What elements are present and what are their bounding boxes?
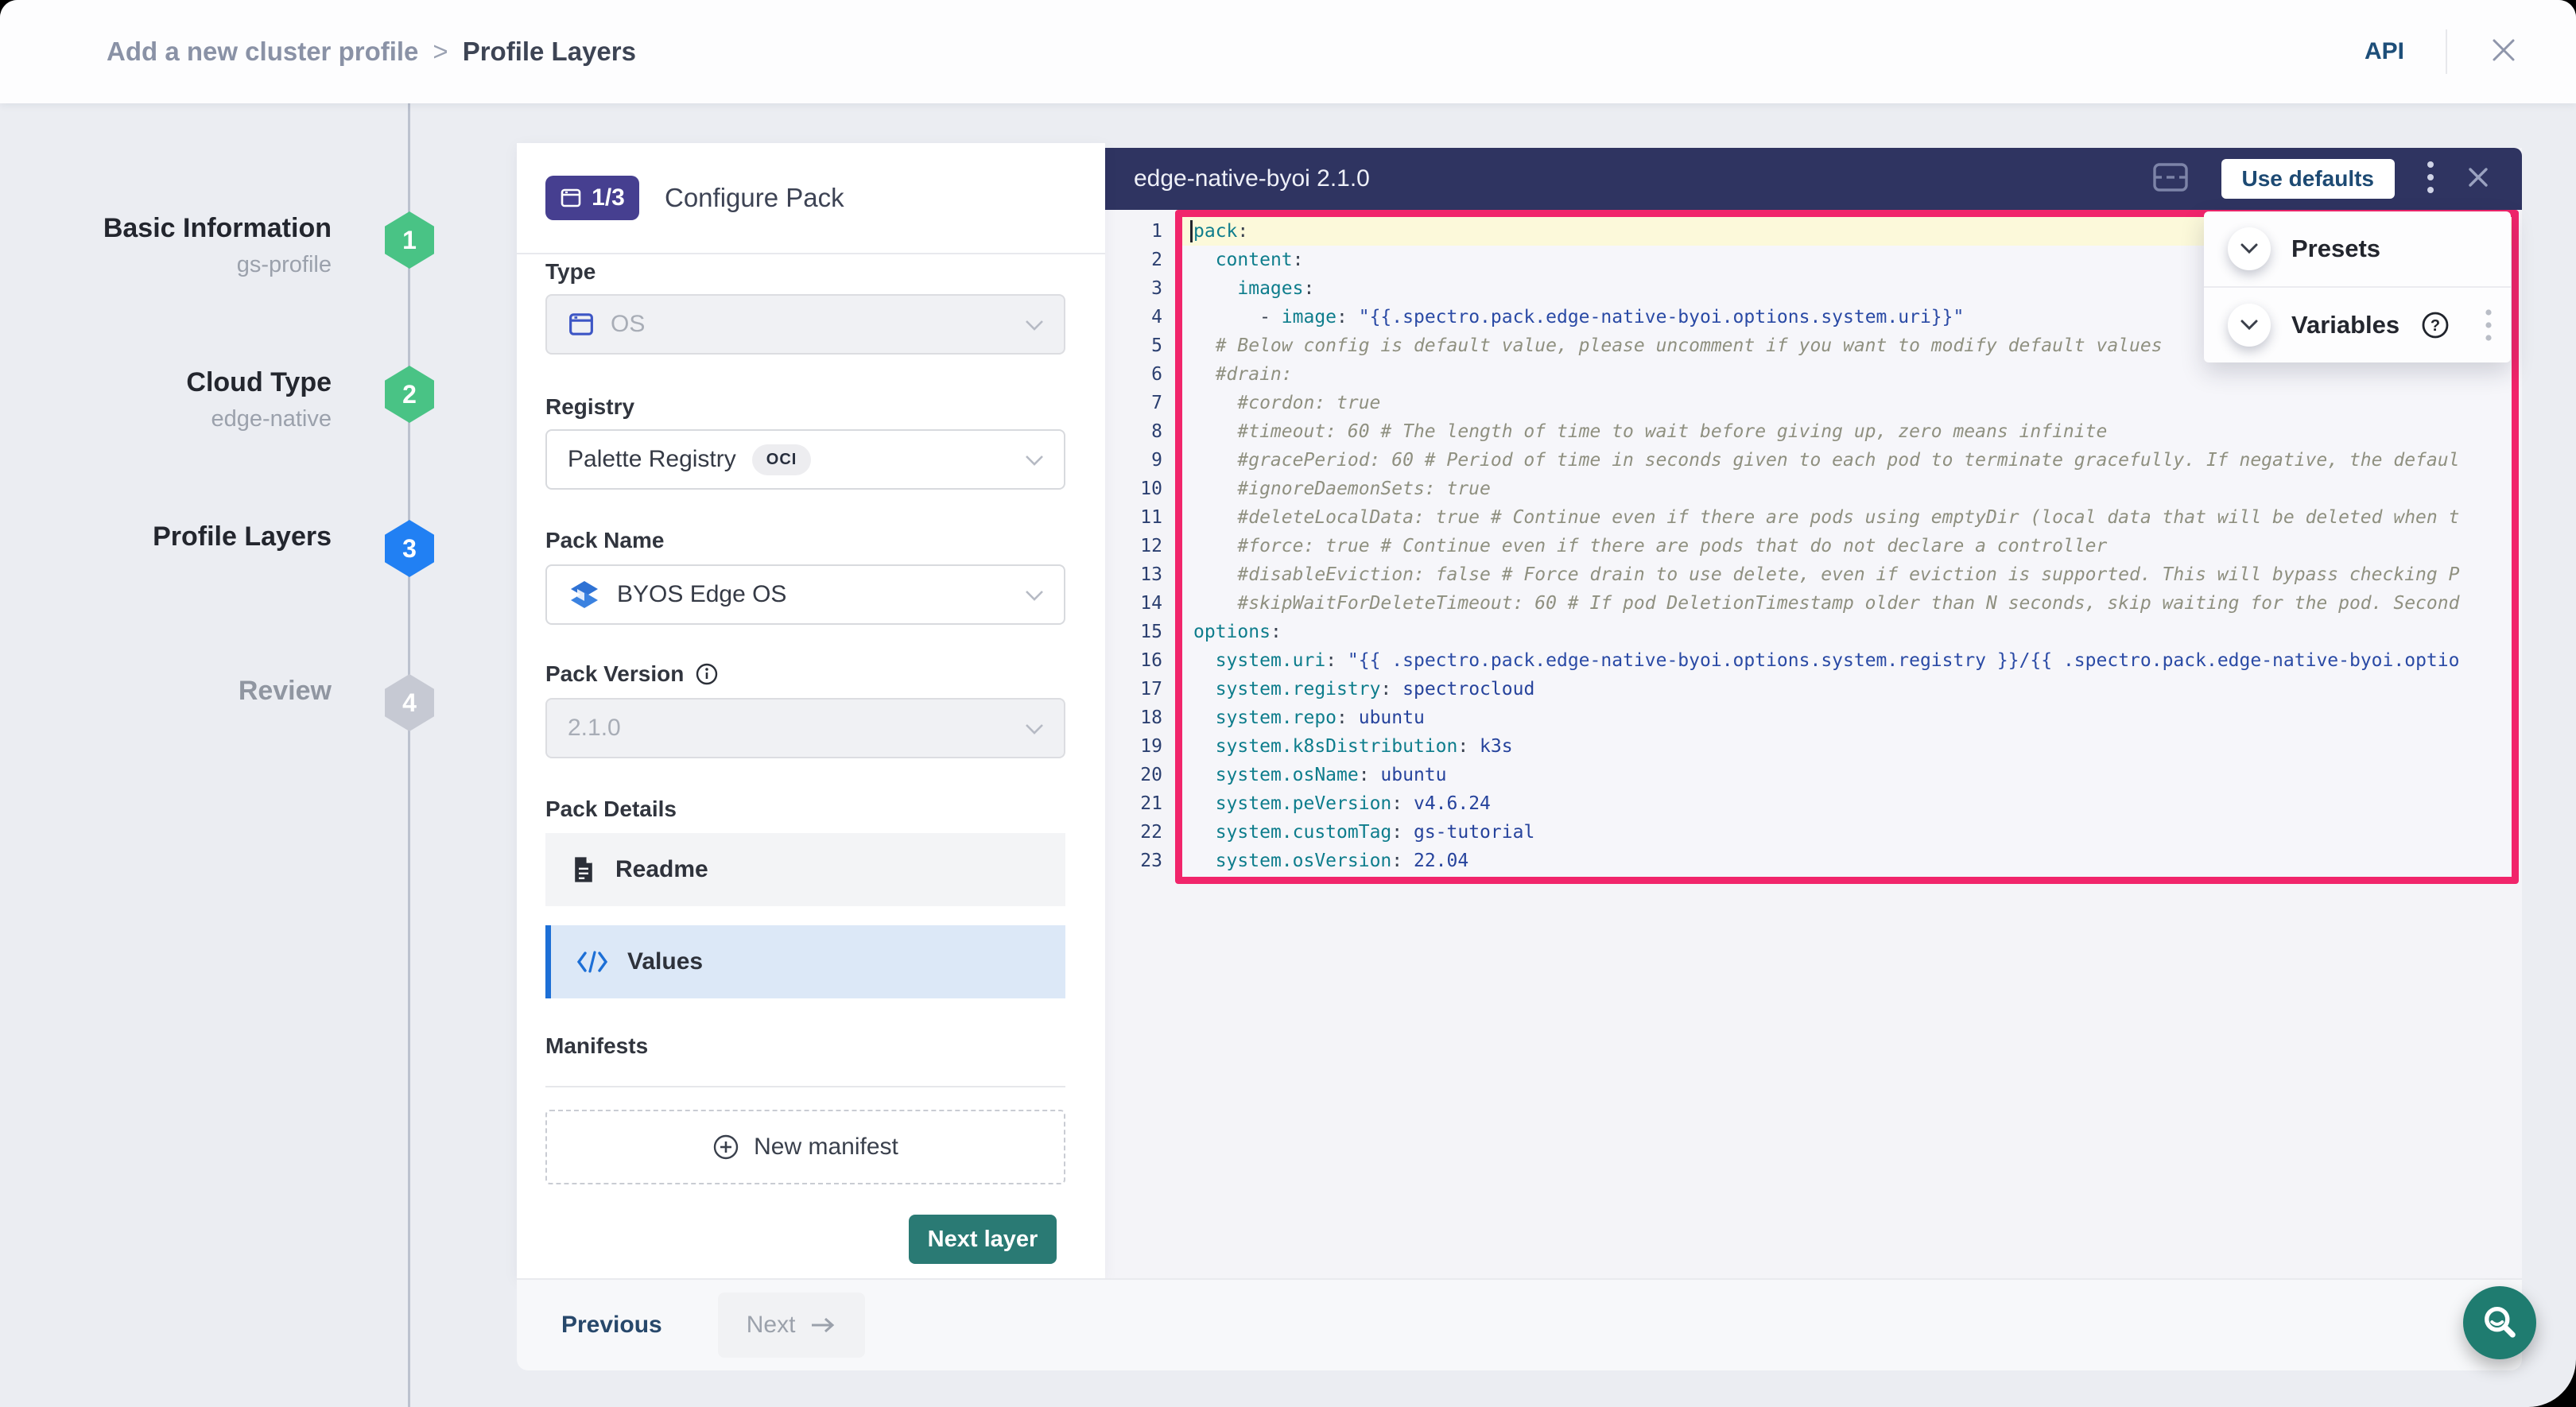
- variables-help-icon[interactable]: ?: [2420, 310, 2450, 340]
- use-defaults-button[interactable]: Use defaults: [2221, 159, 2396, 199]
- code-line-20[interactable]: system.osName: ubuntu: [1182, 761, 2512, 789]
- code-line-22[interactable]: system.customTag: gs-tutorial: [1182, 818, 2512, 847]
- presets-expand-icon[interactable]: [2228, 227, 2271, 270]
- step-badge-2: 2: [385, 366, 434, 423]
- registry-label: Registry: [545, 394, 634, 420]
- chevron-down-icon: [1024, 715, 1045, 742]
- code-line-19[interactable]: system.k8sDistribution: k3s: [1182, 732, 2512, 761]
- readme-tab[interactable]: Readme: [545, 833, 1065, 906]
- variables-label: Variables: [2291, 311, 2399, 339]
- manifests-label: Manifests: [545, 1033, 648, 1059]
- configure-pack-panel: 1/3 Configure Pack Type OS Registry Pale…: [517, 143, 1105, 1278]
- new-manifest-button[interactable]: New manifest: [545, 1110, 1065, 1184]
- step-review[interactable]: Review 4: [0, 672, 434, 736]
- spectro-pack-logo-icon: [568, 578, 601, 611]
- chevron-down-icon: [1024, 581, 1045, 608]
- code-line-12[interactable]: #force: true # Continue even if there ar…: [1182, 532, 2512, 560]
- code-line-17[interactable]: system.registry: spectrocloud: [1182, 675, 2512, 704]
- search-fab-button[interactable]: [2463, 1286, 2536, 1359]
- variables-expand-icon[interactable]: [2228, 304, 2271, 347]
- code-line-7[interactable]: #cordon: true: [1182, 389, 2512, 417]
- svg-text:?: ?: [2431, 317, 2440, 335]
- pack-version-label: Pack Version: [545, 661, 719, 687]
- step-badge-1: 1: [385, 211, 434, 269]
- split-view-icon[interactable]: [2151, 161, 2190, 198]
- code-line-8[interactable]: #timeout: 60 # The length of time to wai…: [1182, 417, 2512, 446]
- top-bar: Add a new cluster profile > Profile Laye…: [0, 0, 2576, 103]
- chevron-down-icon: [1024, 446, 1045, 473]
- code-line-21[interactable]: system.peVersion: v4.6.24: [1182, 789, 2512, 818]
- page-title: Profile Layers: [463, 37, 636, 67]
- info-icon[interactable]: [695, 662, 719, 686]
- variables-row[interactable]: Variables ?: [2204, 286, 2511, 362]
- code-line-23[interactable]: system.osVersion: 22.04: [1182, 847, 2512, 875]
- wizard-footer: Previous Next: [517, 1278, 2522, 1370]
- configure-pack-title: Configure Pack: [665, 183, 844, 213]
- code-line-6[interactable]: #drain:: [1182, 360, 2512, 389]
- configure-pack-header: 1/3 Configure Pack: [517, 143, 1105, 254]
- step-badge-4: 4: [385, 674, 434, 731]
- step-profile-layers[interactable]: Profile Layers 3: [0, 518, 434, 582]
- step-cloud-type[interactable]: Cloud Type edge-native 2: [0, 364, 434, 452]
- editor-actions: Use defaults: [2151, 159, 2491, 199]
- pack-version-select[interactable]: 2.1.0: [545, 698, 1065, 758]
- code-values-icon: [576, 950, 608, 974]
- type-label: Type: [545, 259, 596, 285]
- pack-step-indicator: 1/3: [545, 176, 639, 220]
- breadcrumb-parent[interactable]: Add a new cluster profile: [107, 37, 418, 67]
- code-line-14[interactable]: #skipWaitForDeleteTimeout: 60 # If pod D…: [1182, 589, 2512, 618]
- chevron-down-icon: [1024, 311, 1045, 338]
- editor-close-icon[interactable]: [2466, 165, 2490, 193]
- close-wizard-icon[interactable]: [2489, 35, 2519, 69]
- pack-icon: [560, 187, 582, 209]
- values-tab[interactable]: Values: [545, 925, 1065, 998]
- api-button[interactable]: API: [2365, 38, 2404, 65]
- plus-circle-icon: [712, 1134, 739, 1161]
- step-badge-3: 3: [385, 520, 434, 577]
- registry-select[interactable]: Palette Registry OCI: [545, 429, 1065, 490]
- code-line-16[interactable]: system.uri: "{{ .spectro.pack.edge-nativ…: [1182, 646, 2512, 675]
- presets-label: Presets: [2291, 234, 2380, 263]
- arrow-right-icon: [809, 1316, 836, 1335]
- next-button[interactable]: Next: [718, 1293, 866, 1358]
- search-icon: [2479, 1302, 2520, 1343]
- variables-kebab-menu-icon[interactable]: [2485, 308, 2492, 342]
- editor-header: edge-native-byoi 2.1.0 Use defaults: [1105, 148, 2522, 210]
- step-label: Review: [0, 672, 332, 709]
- code-line-13[interactable]: #disableEviction: false # Force drain to…: [1182, 560, 2512, 589]
- presets-row[interactable]: Presets: [2204, 211, 2511, 286]
- pack-details-label: Pack Details: [545, 797, 677, 822]
- step-basic-information[interactable]: Basic Information gs-profile 1: [0, 210, 434, 297]
- wizard-stepper: Basic Information gs-profile 1 Cloud Typ…: [0, 103, 517, 1407]
- step-sublabel: edge-native: [0, 401, 332, 437]
- app-window: Add a new cluster profile > Profile Laye…: [0, 0, 2576, 1407]
- editor-line-numbers: 1234567891011121314151617181920212223: [1105, 217, 1162, 875]
- top-bar-actions: API: [2365, 29, 2519, 74]
- editor-title: edge-native-byoi 2.1.0: [1134, 165, 1370, 192]
- pack-name-select[interactable]: BYOS Edge OS: [545, 564, 1065, 625]
- code-line-10[interactable]: #ignoreDaemonSets: true: [1182, 475, 2512, 503]
- manifests-divider: [545, 1086, 1065, 1087]
- pack-name-label: Pack Name: [545, 528, 664, 553]
- presets-variables-panel: Presets Variables ?: [2204, 211, 2511, 362]
- step-label: Basic Information: [0, 210, 332, 246]
- step-sublabel: gs-profile: [0, 246, 332, 283]
- breadcrumb: Add a new cluster profile > Profile Laye…: [107, 37, 636, 67]
- type-select[interactable]: OS: [545, 294, 1065, 355]
- code-line-9[interactable]: #gracePeriod: 60 # Period of time in sec…: [1182, 446, 2512, 475]
- code-line-18[interactable]: system.repo: ubuntu: [1182, 704, 2512, 732]
- code-line-11[interactable]: #deleteLocalData: true # Continue even i…: [1182, 503, 2512, 532]
- readme-doc-icon: [571, 855, 596, 884]
- os-pack-icon: [568, 311, 595, 338]
- next-layer-button[interactable]: Next layer: [909, 1215, 1057, 1264]
- oci-badge: OCI: [752, 444, 812, 475]
- stepper-connector-line: [408, 103, 410, 1407]
- top-bar-divider: [2446, 29, 2447, 74]
- breadcrumb-separator-icon: >: [433, 37, 448, 67]
- code-line-15[interactable]: options:: [1182, 618, 2512, 646]
- step-label: Profile Layers: [0, 518, 332, 555]
- step-label: Cloud Type: [0, 364, 332, 401]
- previous-button[interactable]: Previous: [561, 1312, 662, 1339]
- editor-kebab-menu-icon[interactable]: [2427, 160, 2434, 199]
